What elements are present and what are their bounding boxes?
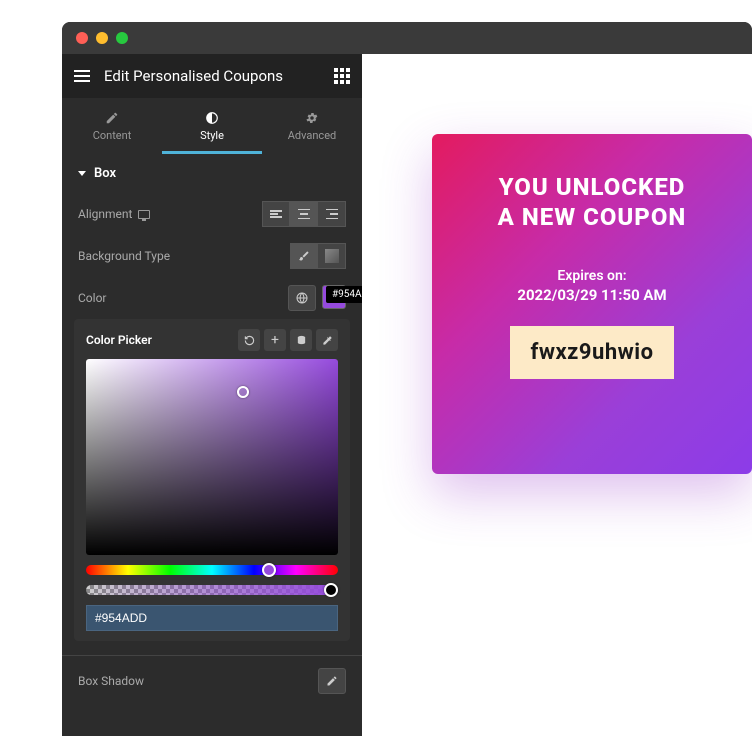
box-shadow-edit-button[interactable] xyxy=(318,668,346,694)
menu-icon[interactable] xyxy=(74,70,90,82)
window-maximize-button[interactable] xyxy=(116,32,128,44)
gear-icon xyxy=(305,111,319,125)
tab-label: Content xyxy=(93,129,132,142)
coupon-code: fwxz9uhwio xyxy=(510,326,673,379)
globe-icon xyxy=(296,292,308,304)
headline-line1: YOU UNLOCKED xyxy=(499,173,686,201)
tab-advanced[interactable]: Advanced xyxy=(262,98,362,154)
coupon-headline: YOU UNLOCKED A NEW COUPON xyxy=(456,172,728,232)
coupon-preview: YOU UNLOCKED A NEW COUPON Expires on: 20… xyxy=(432,134,752,474)
add-color-button[interactable]: + xyxy=(264,329,286,351)
brush-icon xyxy=(298,250,310,262)
row-alignment: Alignment xyxy=(62,193,362,235)
reset-color-button[interactable] xyxy=(238,329,260,351)
tab-content[interactable]: Content xyxy=(62,98,162,154)
hue-slider[interactable] xyxy=(86,565,338,575)
saturation-value-area[interactable] xyxy=(86,359,338,555)
eyedropper-button[interactable] xyxy=(316,329,338,351)
align-left-button[interactable] xyxy=(262,201,290,227)
color-picker-panel: Color Picker + xyxy=(74,319,350,641)
sidebar-title: Edit Personalised Coupons xyxy=(104,67,320,85)
row-color: Color xyxy=(62,277,362,319)
color-label: Color xyxy=(78,291,106,305)
expires-date: 2022/03/29 11:50 AM xyxy=(456,286,728,304)
row-box-shadow: Box Shadow xyxy=(62,655,362,706)
caret-down-icon xyxy=(78,171,86,176)
sv-handle[interactable] xyxy=(237,386,249,398)
alignment-label: Alignment xyxy=(78,207,132,221)
responsive-desktop-icon[interactable] xyxy=(138,210,150,219)
background-classic-button[interactable] xyxy=(290,243,318,269)
hex-input[interactable] xyxy=(86,605,338,631)
undo-icon xyxy=(244,335,255,346)
hue-handle[interactable] xyxy=(262,563,276,577)
align-right-button[interactable] xyxy=(318,201,346,227)
database-icon xyxy=(296,335,307,346)
database-color-button[interactable] xyxy=(290,329,312,351)
expires-label: Expires on: xyxy=(456,268,728,284)
editor-sidebar: Edit Personalised Coupons Content Style … xyxy=(62,54,362,736)
editor-tabs: Content Style Advanced xyxy=(62,98,362,154)
widgets-grid-icon[interactable] xyxy=(334,68,350,84)
align-center-button[interactable] xyxy=(290,201,318,227)
section-title: Box xyxy=(94,166,116,181)
contrast-icon xyxy=(205,111,219,125)
background-type-label: Background Type xyxy=(78,249,170,263)
alpha-handle[interactable] xyxy=(324,583,338,597)
background-gradient-button[interactable] xyxy=(318,243,346,269)
section-box-header[interactable]: Box xyxy=(62,154,362,193)
preview-canvas: YOU UNLOCKED A NEW COUPON Expires on: 20… xyxy=(362,54,752,736)
color-picker-title: Color Picker xyxy=(86,333,234,347)
window-titlebar xyxy=(62,22,752,54)
sidebar-header: Edit Personalised Coupons xyxy=(62,54,362,98)
global-color-button[interactable] xyxy=(288,285,316,311)
headline-line2: A NEW COUPON xyxy=(498,203,687,231)
tab-style[interactable]: Style xyxy=(162,98,262,154)
window-minimize-button[interactable] xyxy=(96,32,108,44)
window-close-button[interactable] xyxy=(76,32,88,44)
box-shadow-label: Box Shadow xyxy=(78,674,318,688)
app-body: Edit Personalised Coupons Content Style … xyxy=(62,54,752,736)
alpha-slider[interactable] xyxy=(86,585,338,595)
plus-icon: + xyxy=(271,333,279,347)
tab-label: Style xyxy=(200,129,224,142)
tab-label: Advanced xyxy=(288,129,336,142)
pencil-icon xyxy=(326,675,338,687)
row-background-type: Background Type xyxy=(62,235,362,277)
eyedropper-icon xyxy=(322,335,333,346)
pencil-icon xyxy=(105,111,119,125)
editor-window: Edit Personalised Coupons Content Style … xyxy=(62,22,752,736)
